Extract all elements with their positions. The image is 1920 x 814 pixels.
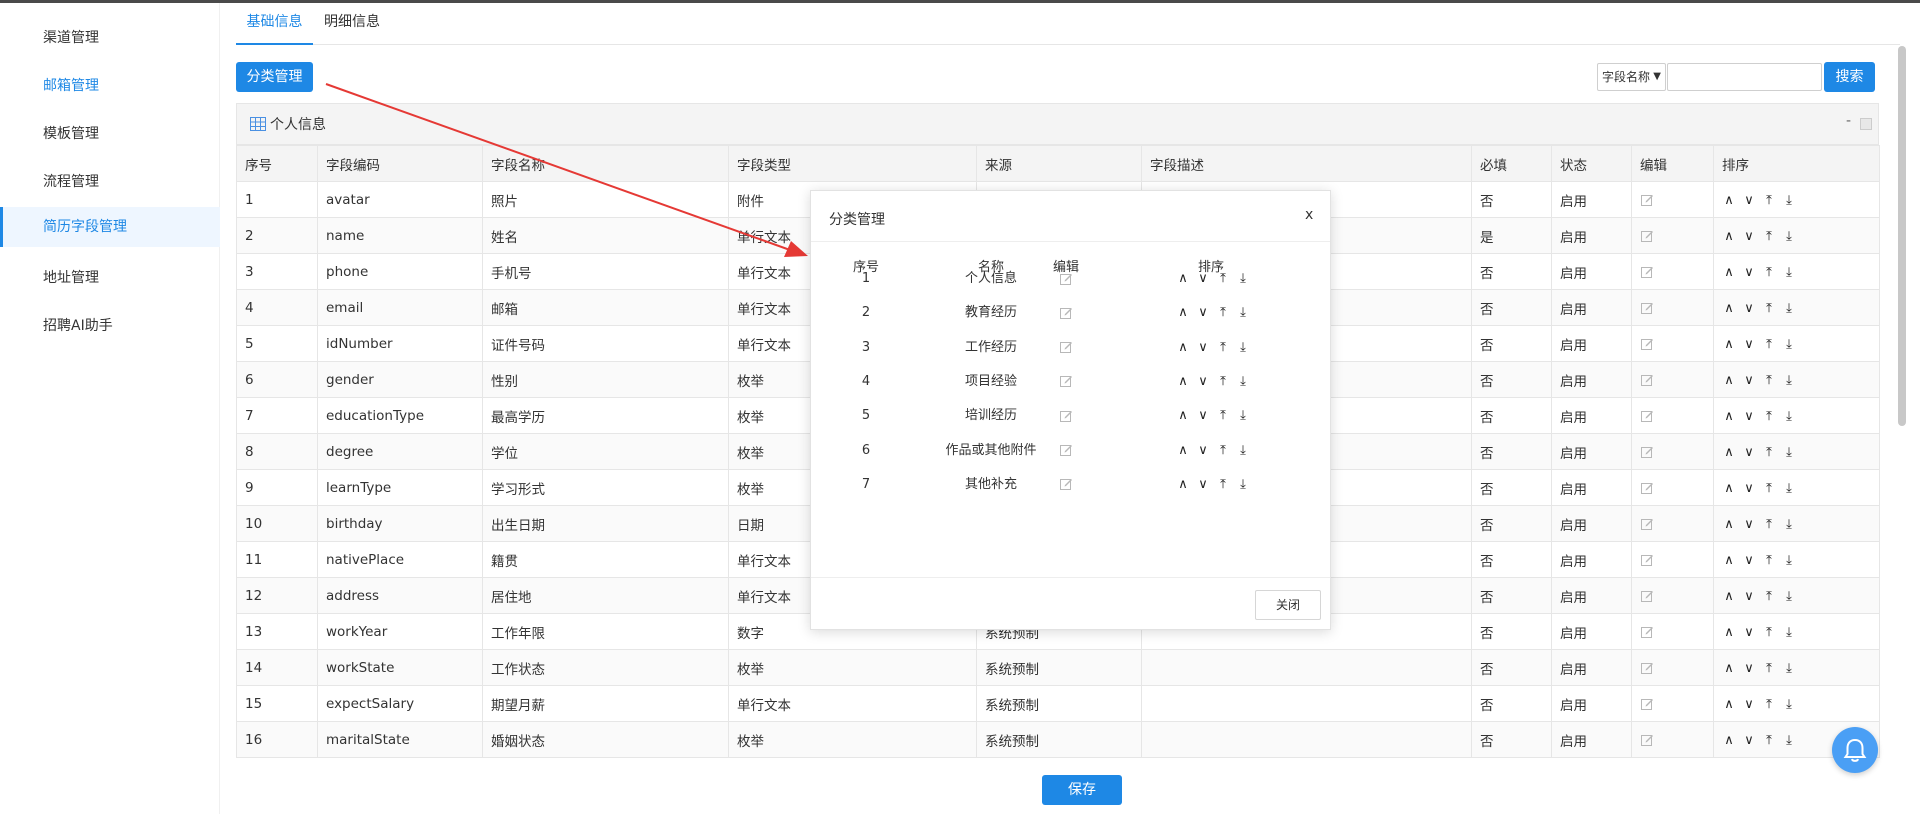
move-top-icon[interactable]: ⤒ — [1216, 337, 1230, 359]
modal-item-sort: ∧ ∨ ⤒ ⤓ — [1166, 474, 1266, 496]
chevron-down-icon[interactable]: ∨ — [1196, 337, 1210, 359]
notification-bell-button[interactable] — [1832, 727, 1878, 773]
modal-item-no: 7 — [861, 476, 871, 492]
chevron-down-icon[interactable]: ∨ — [1196, 371, 1210, 393]
modal-item-sort: ∧ ∨ ⤒ ⤓ — [1166, 440, 1266, 462]
chevron-down-icon[interactable]: ∨ — [1196, 268, 1210, 290]
move-top-icon[interactable]: ⤒ — [1216, 302, 1230, 324]
move-top-icon[interactable]: ⤒ — [1216, 371, 1230, 393]
modal-item-no: 3 — [861, 339, 871, 355]
move-bottom-icon[interactable]: ⤓ — [1236, 371, 1250, 393]
move-top-icon[interactable]: ⤒ — [1216, 405, 1230, 427]
modal-item-no: 5 — [861, 408, 871, 424]
edit-icon[interactable] — [1041, 302, 1091, 324]
bell-icon — [1843, 738, 1867, 762]
move-bottom-icon[interactable]: ⤓ — [1236, 302, 1250, 324]
modal-item-no: 1 — [861, 271, 871, 286]
move-bottom-icon[interactable]: ⤓ — [1236, 268, 1250, 290]
move-top-icon[interactable]: ⤒ — [1216, 268, 1230, 290]
modal-list-item: 7 其他补充 ∧ ∨ ⤒ ⤓ — [811, 474, 1330, 516]
move-bottom-icon[interactable]: ⤓ — [1236, 405, 1250, 427]
modal-footer-divider — [811, 577, 1330, 578]
chevron-up-icon[interactable]: ∧ — [1176, 268, 1190, 290]
edit-icon[interactable] — [1041, 371, 1091, 393]
modal-item-no: 4 — [861, 373, 871, 389]
chevron-up-icon[interactable]: ∧ — [1176, 440, 1190, 462]
modal-item-sort: ∧ ∨ ⤒ ⤓ — [1166, 371, 1266, 393]
modal-title: 分类管理 — [829, 212, 885, 228]
category-modal: 分类管理 x 序号 名称 编辑 排序 1 个人信息 ∧ ∨ ⤒ ⤓ 2 教育经历 ∧ ∨ ⤒ ⤓ 3 工作… — [810, 190, 1331, 630]
move-bottom-icon[interactable]: ⤓ — [1236, 440, 1250, 462]
chevron-down-icon[interactable]: ∨ — [1196, 474, 1210, 496]
chevron-down-icon[interactable]: ∨ — [1196, 405, 1210, 427]
move-top-icon[interactable]: ⤒ — [1216, 440, 1230, 462]
chevron-up-icon[interactable]: ∧ — [1176, 302, 1190, 324]
modal-item-sort: ∧ ∨ ⤒ ⤓ — [1166, 268, 1266, 290]
chevron-down-icon[interactable]: ∨ — [1196, 302, 1210, 324]
modal-divider — [811, 241, 1330, 242]
modal-item-sort: ∧ ∨ ⤒ ⤓ — [1166, 405, 1266, 427]
modal-close-button[interactable]: 关闭 — [1255, 590, 1321, 620]
edit-icon[interactable] — [1041, 440, 1091, 462]
chevron-down-icon[interactable]: ∨ — [1196, 440, 1210, 462]
chevron-up-icon[interactable]: ∧ — [1176, 405, 1190, 427]
chevron-up-icon[interactable]: ∧ — [1176, 337, 1190, 359]
modal-close-icon[interactable]: x — [1305, 207, 1313, 223]
save-button[interactable]: 保存 — [1042, 775, 1122, 805]
edit-icon[interactable] — [1041, 337, 1091, 359]
chevron-up-icon[interactable]: ∧ — [1176, 371, 1190, 393]
edit-icon[interactable] — [1041, 474, 1091, 496]
modal-item-no: 6 — [861, 442, 871, 458]
chevron-up-icon[interactable]: ∧ — [1176, 474, 1190, 496]
move-bottom-icon[interactable]: ⤓ — [1236, 337, 1250, 359]
modal-item-sort: ∧ ∨ ⤒ ⤓ — [1166, 337, 1266, 359]
move-top-icon[interactable]: ⤒ — [1216, 474, 1230, 496]
edit-icon[interactable] — [1041, 268, 1091, 290]
modal-item-no: 2 — [861, 305, 871, 321]
modal-item-sort: ∧ ∨ ⤒ ⤓ — [1166, 302, 1266, 324]
move-bottom-icon[interactable]: ⤓ — [1236, 474, 1250, 496]
edit-icon[interactable] — [1041, 405, 1091, 427]
